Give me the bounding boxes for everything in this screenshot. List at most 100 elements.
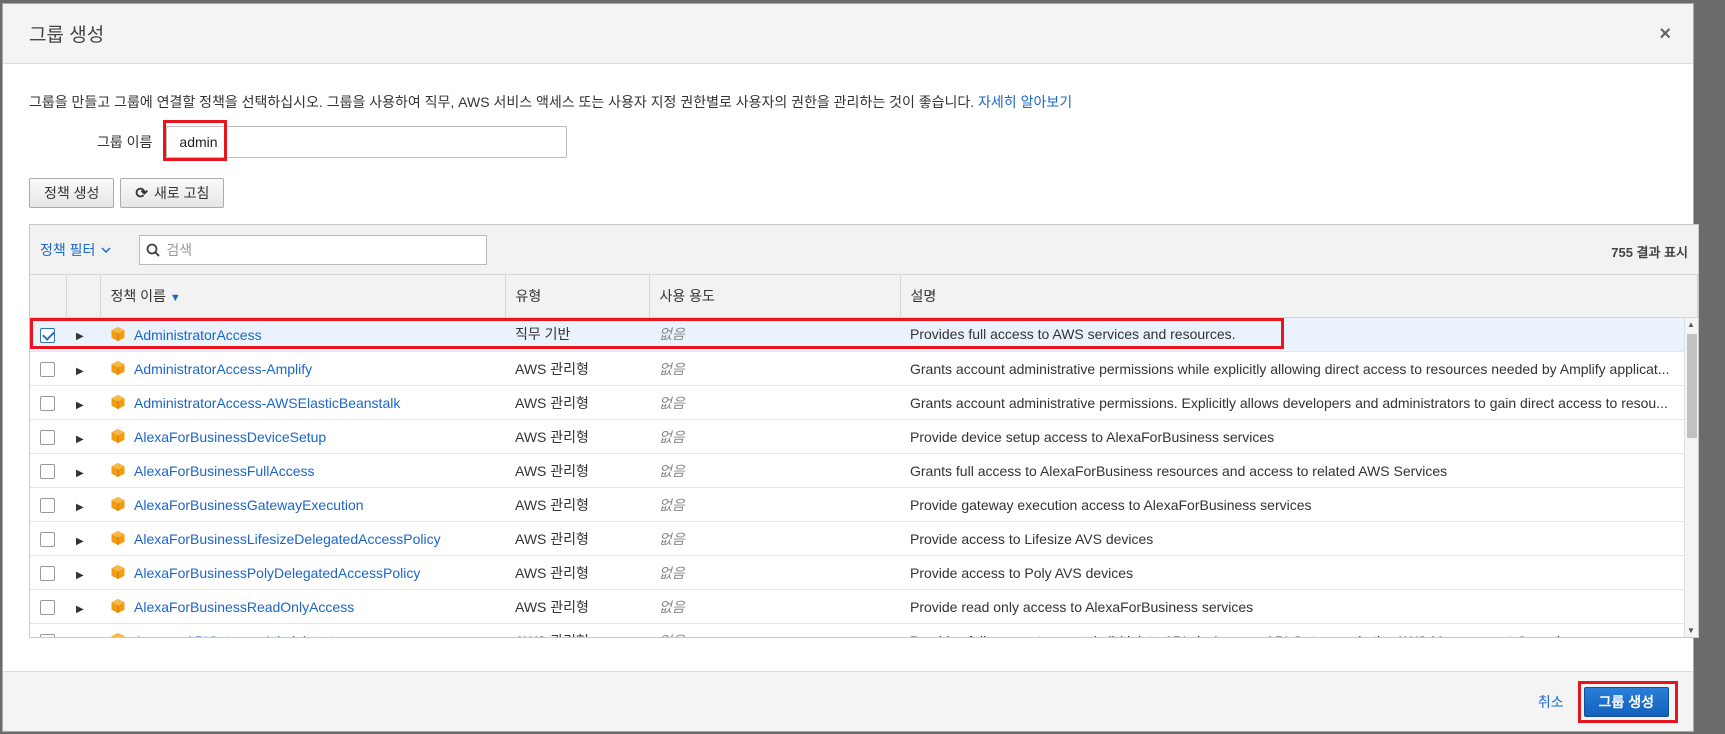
row-checkbox[interactable] [40, 327, 55, 343]
policy-name-link[interactable]: AlexaForBusinessPolyDelegatedAccessPolic… [134, 565, 420, 581]
row-expander-cell: ▶ [66, 385, 100, 420]
caret-right-icon[interactable]: ▶ [76, 331, 84, 342]
policy-description: Provide gateway execution access to Alex… [900, 487, 1698, 522]
result-count: 755 결과 표시 [1611, 245, 1688, 260]
table-row[interactable]: ▶ AlexaForBusinessLifesizeDelegatedAccess… [30, 521, 1698, 556]
row-checkbox[interactable] [40, 633, 55, 637]
policy-usage: 없음 [649, 317, 900, 352]
row-expander-cell: ▶ [66, 521, 100, 556]
policy-type: AWS 관리형 [505, 521, 649, 556]
policy-description: Grants account administrative permission… [900, 385, 1698, 420]
row-checkbox[interactable] [40, 361, 55, 377]
create-policy-button[interactable]: 정책 생성 [29, 178, 115, 208]
policy-name-link[interactable]: AlexaForBusinessLifesizeDelegatedAccessP… [134, 531, 441, 547]
row-checkbox-cell [30, 385, 66, 420]
caret-right-icon[interactable]: ▶ [76, 604, 84, 615]
row-checkbox[interactable] [40, 599, 55, 615]
policy-name-link[interactable]: AmazonAPIGatewayAdministrator [134, 633, 346, 637]
row-expander-cell: ▶ [66, 351, 100, 386]
policy-type: 직무 기반 [505, 317, 649, 352]
search-icon [147, 243, 161, 257]
policy-name-link[interactable]: AlexaForBusinessDeviceSetup [134, 429, 326, 445]
policy-name-link[interactable]: AlexaForBusinessGatewayExecution [134, 497, 364, 513]
policy-name-link[interactable]: AdministratorAccess-Amplify [134, 361, 312, 377]
row-checkbox-cell [30, 589, 66, 624]
cube-icon [111, 326, 125, 341]
close-icon[interactable]: × [1659, 24, 1671, 44]
header-policy-name[interactable]: 정책 이름 ▼ [100, 275, 506, 318]
row-checkbox[interactable] [40, 429, 55, 445]
table-row[interactable]: ▶ AlexaForBusinessReadOnlyAccess AWS 관리형 없음… [30, 589, 1698, 624]
row-checkbox[interactable] [40, 565, 55, 581]
policy-type: AWS 관리형 [505, 589, 649, 624]
policy-name-cell: AlexaForBusinessGatewayExecution [100, 487, 505, 522]
table-row[interactable]: ▶ AmazonAPIGatewayAdministrator AWS 관리형없음P… [30, 623, 1698, 637]
row-expander-cell: ▶ [66, 589, 100, 624]
group-name-input[interactable] [166, 126, 568, 158]
header-type[interactable]: 유형 [505, 275, 650, 318]
policy-description: Provide access to Poly AVS devices [900, 555, 1698, 590]
cube-icon [111, 599, 125, 613]
row-checkbox-cell [30, 521, 66, 556]
caret-right-icon[interactable]: ▶ [76, 536, 84, 547]
policy-name-cell: AlexaForBusinessDeviceSetup [100, 419, 505, 454]
policy-usage: 없음 [649, 589, 900, 624]
create-group-button[interactable]: 그룹 생성 [1583, 686, 1669, 717]
policy-description: Grants full access to AlexaForBusiness r… [900, 453, 1698, 488]
caret-right-icon[interactable]: ▶ [76, 502, 84, 513]
refresh-icon: ⟳ [135, 185, 148, 202]
scroll-up-icon[interactable]: ▲ [1687, 320, 1695, 329]
caret-right-icon[interactable]: ▶ [76, 468, 84, 479]
row-expander-cell: ▶ [66, 419, 100, 454]
policy-type: AWS 관리형 [505, 487, 649, 522]
create-group-dialog: 그룹 생성 × 그룹을 만들고 그룹에 연결할 정책을 선택하십시오. 그룹을 … [2, 3, 1699, 732]
policy-list[interactable]: ▶ AdministratorAccess 직무 기반 없음 Provides full… [30, 317, 1698, 637]
header-description[interactable]: 설명 [900, 275, 1698, 318]
row-expander-cell: ▶ [66, 623, 100, 637]
row-expander-cell: ▶ [66, 487, 100, 522]
row-checkbox[interactable] [40, 395, 55, 411]
policy-filter-dropdown[interactable]: 정책 필터 [40, 240, 111, 260]
table-row[interactable]: ▶ AdministratorAccess-Amplify AWS 관리형 없음 Gra… [30, 351, 1698, 386]
cube-icon [111, 395, 125, 409]
policy-table-header: 정책 이름 ▼ 유형 사용 용도 설명 [30, 275, 1698, 318]
policy-toolbar: 정책 생성 ⟳ 새로 고침 [29, 178, 1667, 208]
table-row[interactable]: ▶ AlexaForBusinessPolyDelegatedAccessPoli… [30, 555, 1698, 590]
header-usage[interactable]: 사용 용도 [649, 275, 901, 318]
policy-name-link[interactable]: AdministratorAccess-AWSElasticBeanstalk [134, 395, 400, 411]
table-row[interactable]: ▶ AdministratorAccess-AWSElasticBeanstalk… [30, 385, 1698, 420]
scroll-thumb[interactable] [1687, 333, 1697, 438]
table-row[interactable]: ▶ AdministratorAccess 직무 기반 없음 Provides full… [30, 317, 1698, 352]
row-expander-cell: ▶ [66, 317, 100, 352]
group-name-row: 그룹 이름 [29, 120, 1667, 161]
caret-right-icon[interactable]: ▶ [76, 434, 84, 445]
row-expander-cell: ▶ [66, 453, 100, 488]
row-checkbox[interactable] [40, 463, 55, 479]
learn-more-link[interactable]: 자세히 알아보기 [978, 94, 1072, 110]
row-checkbox[interactable] [40, 497, 55, 513]
policy-name-link[interactable]: AdministratorAccess [134, 327, 262, 343]
policy-name-cell: AlexaForBusinessPolyDelegatedAccessPolic… [100, 555, 505, 590]
table-row[interactable]: ▶ AlexaForBusinessDeviceSetup AWS 관리형 없음 Pro… [30, 419, 1698, 454]
cube-icon [111, 633, 125, 637]
policy-name-cell: AdministratorAccess-AWSElasticBeanstalk [100, 385, 505, 420]
policy-name-cell: AlexaForBusinessReadOnlyAccess [100, 589, 505, 624]
table-row[interactable]: ▶ AlexaForBusinessGatewayExecution AWS 관리형… [30, 487, 1698, 522]
scroll-down-icon[interactable]: ▼ [1687, 626, 1695, 635]
policy-name-cell: AdministratorAccess-Amplify [100, 351, 505, 386]
cancel-button[interactable]: 취소 [1538, 692, 1564, 712]
header-expand [66, 275, 101, 318]
group-name-label: 그룹 이름 [97, 134, 153, 150]
caret-right-icon[interactable]: ▶ [76, 366, 84, 377]
policy-usage: 없음 [649, 487, 900, 522]
caret-right-icon[interactable]: ▶ [76, 400, 84, 411]
scrollbar[interactable]: ▲ ▼ [1684, 317, 1698, 637]
search-input[interactable] [166, 241, 481, 258]
refresh-button[interactable]: ⟳ 새로 고침 [120, 178, 225, 208]
policy-name-link[interactable]: AlexaForBusinessFullAccess [134, 463, 315, 479]
table-row[interactable]: ▶ AlexaForBusinessFullAccess AWS 관리형 없음 Gran… [30, 453, 1698, 488]
row-checkbox[interactable] [40, 531, 55, 547]
caret-right-icon[interactable]: ▶ [76, 570, 84, 581]
policy-name-cell: AlexaForBusinessLifesizeDelegatedAccessP… [100, 521, 505, 556]
policy-name-link[interactable]: AlexaForBusinessReadOnlyAccess [134, 599, 354, 615]
